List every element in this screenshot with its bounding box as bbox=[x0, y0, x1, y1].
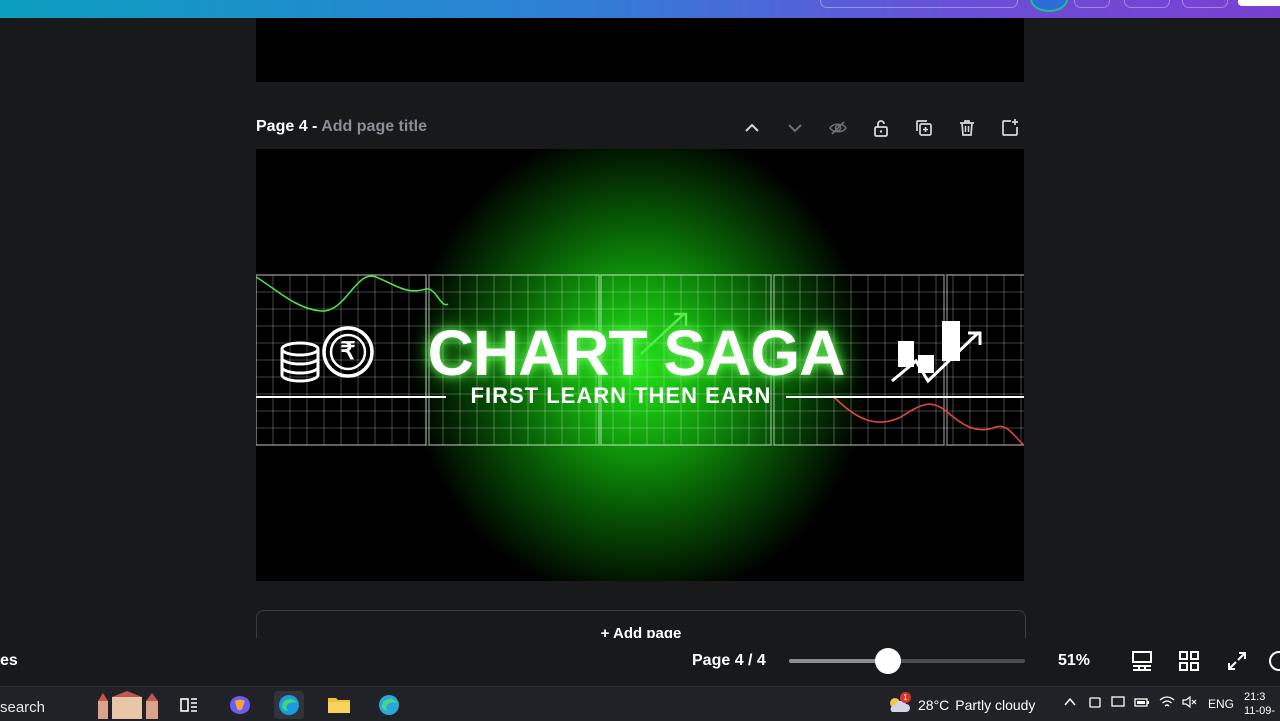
add-page-icon bbox=[1001, 119, 1018, 136]
language-indicator[interactable]: ENG bbox=[1208, 697, 1234, 711]
castle-illustration-icon bbox=[98, 691, 158, 719]
fullscreen-icon bbox=[1228, 652, 1246, 670]
add-page-after-button[interactable] bbox=[995, 114, 1024, 142]
header-button[interactable] bbox=[1124, 0, 1170, 8]
chevron-down-icon bbox=[787, 124, 802, 133]
zoom-slider-fill bbox=[789, 659, 889, 663]
move-page-down-button[interactable] bbox=[780, 114, 809, 142]
wifi-icon bbox=[1159, 696, 1175, 707]
help-icon bbox=[1269, 651, 1280, 671]
notes-button-label[interactable]: es bbox=[0, 652, 18, 670]
top-header-bar bbox=[0, 0, 1280, 18]
page-indicator[interactable]: Page 4 / 4 bbox=[692, 652, 766, 670]
volume-muted-icon bbox=[1182, 695, 1197, 709]
battery-icon bbox=[1134, 698, 1149, 707]
taskbar-search-text: search bbox=[0, 699, 46, 716]
copilot-icon bbox=[230, 696, 250, 714]
hide-page-button[interactable] bbox=[823, 114, 852, 142]
zoom-slider-knob[interactable] bbox=[875, 648, 902, 674]
weather-widget[interactable]: 1 28°C Partly cloudy bbox=[886, 692, 1036, 717]
display-icon bbox=[1111, 696, 1125, 707]
page-number-label: Page 4 - bbox=[256, 118, 318, 135]
file-explorer-button[interactable] bbox=[324, 691, 354, 719]
browser-icon bbox=[379, 695, 399, 715]
zoom-slider[interactable] bbox=[789, 648, 1025, 674]
edge-beta-button[interactable] bbox=[374, 691, 404, 719]
weather-badge: 1 bbox=[900, 692, 911, 703]
brand-tagline[interactable]: FIRST LEARN THEN EARN bbox=[446, 383, 796, 409]
fullscreen-button[interactable] bbox=[1224, 648, 1250, 674]
battery-indicator[interactable] bbox=[1134, 695, 1150, 712]
rupee-symbol: ₹ bbox=[340, 338, 356, 365]
avatar[interactable] bbox=[1030, 0, 1068, 12]
search-highlight-icon[interactable] bbox=[94, 691, 164, 719]
green-trend-line bbox=[256, 275, 449, 312]
eye-off-icon bbox=[828, 121, 847, 135]
duplicate-icon bbox=[915, 120, 932, 136]
duplicate-page-button[interactable] bbox=[909, 114, 938, 142]
page-view-icon bbox=[1132, 651, 1152, 671]
task-view-button[interactable] bbox=[174, 691, 204, 719]
edge-button[interactable] bbox=[274, 691, 304, 719]
weather-icon: 1 bbox=[886, 692, 912, 716]
volume-indicator[interactable] bbox=[1182, 695, 1198, 712]
red-trend-line bbox=[833, 396, 1024, 446]
page-canvas[interactable]: ₹ CHART SAGA FIRST LEARN THEN EARN bbox=[256, 149, 1024, 581]
edge-icon bbox=[279, 695, 299, 715]
header-search-pill[interactable] bbox=[820, 0, 1018, 8]
clock-date: 11-09- bbox=[1244, 705, 1275, 717]
show-hidden-icons-button[interactable] bbox=[1063, 695, 1077, 712]
meet-icon bbox=[1089, 697, 1101, 708]
weather-description: Partly cloudy bbox=[955, 697, 1036, 713]
chevron-up-icon bbox=[1064, 697, 1076, 706]
lock-icon bbox=[873, 120, 888, 137]
folder-icon bbox=[328, 698, 350, 713]
weather-temp: 28°C bbox=[918, 697, 950, 713]
page-title[interactable]: Page 4 - Add page title bbox=[256, 118, 427, 136]
grid-view-button[interactable] bbox=[1176, 648, 1202, 674]
page-actions bbox=[737, 114, 1024, 142]
previous-page-canvas[interactable] bbox=[256, 18, 1024, 82]
tray-app-icon[interactable] bbox=[1088, 695, 1102, 712]
lock-page-button[interactable] bbox=[866, 114, 895, 142]
trash-icon bbox=[959, 120, 974, 136]
header-button[interactable] bbox=[1074, 0, 1110, 8]
page-header: Page 4 - Add page title bbox=[256, 114, 1024, 142]
task-view-icon bbox=[180, 698, 197, 712]
page-title-placeholder[interactable]: Add page title bbox=[321, 118, 427, 135]
coin-stack-icon bbox=[280, 341, 320, 383]
taskbar-search[interactable]: search bbox=[0, 699, 45, 716]
share-button[interactable] bbox=[1238, 0, 1280, 6]
move-page-up-button[interactable] bbox=[737, 114, 766, 142]
windows-taskbar: search 1 28°C Partly cloudy ENG 21:3 11-… bbox=[0, 686, 1280, 721]
wifi-indicator[interactable] bbox=[1159, 695, 1175, 712]
page-view-button[interactable] bbox=[1129, 648, 1155, 674]
taskbar-clock[interactable]: 21:3 11-09- bbox=[1244, 690, 1275, 718]
grid-view-icon bbox=[1179, 651, 1199, 671]
brand-title[interactable]: CHART SAGA bbox=[386, 319, 886, 387]
header-button[interactable] bbox=[1182, 0, 1228, 8]
clock-time: 21:3 bbox=[1244, 691, 1266, 703]
chevron-up-icon bbox=[744, 123, 759, 132]
help-button[interactable] bbox=[1266, 648, 1280, 674]
delete-page-button[interactable] bbox=[952, 114, 981, 142]
tray-display-icon[interactable] bbox=[1111, 695, 1125, 712]
zoom-level[interactable]: 51% bbox=[1058, 652, 1090, 670]
editor-footer: es Page 4 / 4 51% bbox=[0, 638, 1280, 686]
copilot-button[interactable] bbox=[225, 691, 255, 719]
